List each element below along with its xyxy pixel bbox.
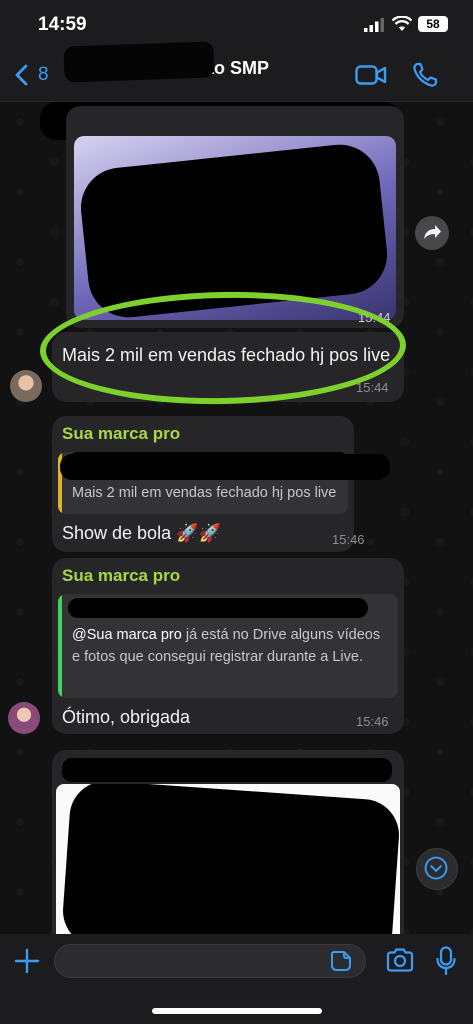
wifi-icon [392, 16, 412, 31]
plus-icon[interactable] [14, 948, 40, 974]
scroll-to-bottom-button[interactable] [416, 848, 458, 890]
camera-icon[interactable] [386, 948, 414, 972]
message-time: 15:46 [332, 532, 365, 547]
message-image[interactable] [56, 784, 400, 934]
sender-avatar[interactable] [10, 370, 42, 402]
redaction-scribble [60, 784, 400, 934]
sender-name[interactable]: Sua marca pro [62, 566, 180, 586]
sender-name[interactable]: Sua marca pro [62, 424, 180, 444]
home-indicator [152, 1008, 322, 1014]
quote-text: @Sua marca pro já está no Drive alguns v… [72, 624, 392, 668]
chat-header: 8 r - Gestão SMP [0, 41, 473, 102]
phone-call-icon[interactable] [412, 62, 438, 88]
signal-icon [364, 18, 384, 32]
chevron-down-icon [424, 856, 448, 880]
mic-icon[interactable] [436, 946, 456, 976]
quote-text: Mais 2 mil em vendas fechado hj pos live [72, 485, 337, 501]
message-input[interactable] [54, 944, 366, 978]
quote-mention: @Sua marca pro [72, 627, 182, 643]
redaction-scribble [63, 41, 215, 83]
battery-icon: 58 [418, 16, 448, 32]
redaction-scribble [60, 454, 390, 480]
message-text: Ótimo, obrigada [62, 707, 191, 727]
message-time: 15:46 [356, 714, 389, 729]
forward-icon [424, 225, 441, 239]
redaction-scribble [62, 758, 392, 782]
redaction-scribble [68, 598, 368, 618]
message-text: Show de bola 🚀🚀 [62, 523, 221, 543]
reply-message[interactable]: Sua marca pro @Sua marca pro já está no … [52, 558, 404, 734]
back-icon[interactable] [14, 64, 28, 86]
reply-message[interactable]: Sua marca pro Mais 2 mil em vendas fecha… [52, 416, 365, 552]
video-call-icon[interactable] [355, 64, 387, 86]
sender-avatar[interactable] [8, 702, 40, 734]
chat-messages[interactable]: 15:44 Mais 2 mil em vendas fechado hj po… [0, 102, 473, 934]
quoted-message[interactable]: @Sua marca pro já está no Drive alguns v… [58, 594, 398, 698]
sticker-icon[interactable] [330, 950, 352, 972]
quote-bar [58, 594, 62, 698]
forward-button[interactable] [415, 216, 449, 250]
message-composer [0, 934, 473, 1024]
status-time: 14:59 [38, 14, 87, 35]
back-unread-count[interactable]: 8 [38, 64, 49, 86]
status-bar: 14:59 58 [0, 0, 473, 50]
image-message[interactable] [52, 750, 404, 934]
